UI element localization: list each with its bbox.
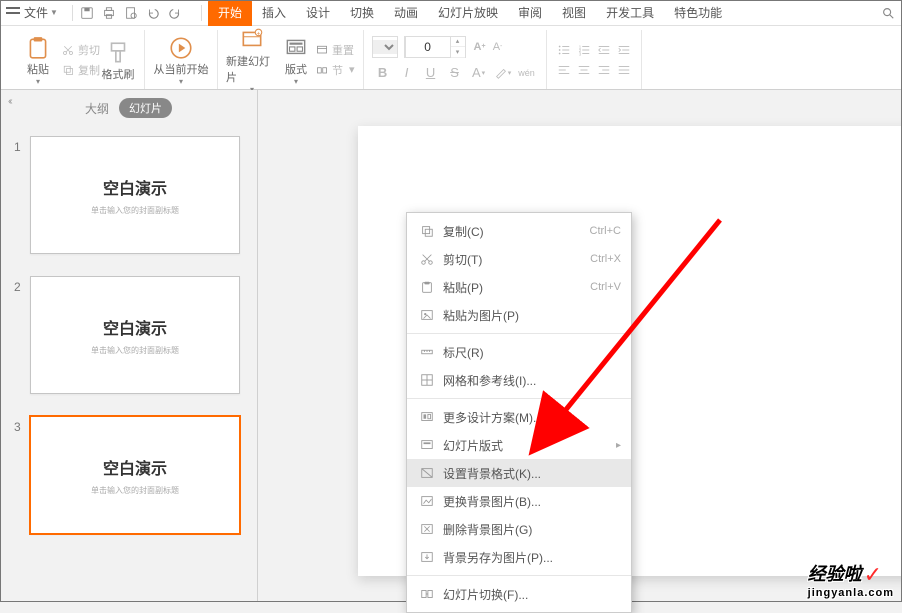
background-format-icon [417,465,437,481]
ctx-change-background[interactable]: 更换背景图片(B)... [407,487,631,515]
layout-icon [283,35,309,61]
delete-bg-icon [417,521,437,537]
paragraph-group: 123 [547,30,642,89]
change-bg-icon [417,493,437,509]
new-slide-button[interactable]: + 新建幻灯片 ▾ [226,32,278,88]
slides-tab[interactable]: 幻灯片 [119,98,172,118]
ctx-slide-layout[interactable]: 幻灯片版式 ▸ [407,431,631,459]
print-icon[interactable] [101,5,117,21]
font-increase[interactable]: A+ [472,36,488,58]
font-color-button[interactable]: A▾ [468,62,490,84]
tab-view[interactable]: 视图 [552,0,596,26]
slide-thumb-1[interactable]: 1 空白演示 单击输入您的封面副标题 [0,132,257,272]
highlight-button[interactable]: ▾ [492,62,514,84]
ctx-grid[interactable]: 网格和参考线(I)... [407,366,631,394]
align-left-icon[interactable] [555,61,573,79]
pinyin-button[interactable]: wén [516,62,538,84]
submenu-arrow-icon: ▸ [616,440,621,451]
menu-file-label: 文件 [24,4,48,21]
transition-icon [417,586,437,602]
ctx-ruler[interactable]: 标尺(R) [407,338,631,366]
slide-thumb-2[interactable]: 2 空白演示 单击输入您的封面副标题 [0,272,257,412]
ctx-cut[interactable]: 剪切(T) Ctrl+X [407,245,631,273]
tab-insert[interactable]: 插入 [252,0,296,26]
menu-file[interactable]: 文件 ▼ [6,4,58,21]
paste-icon [25,35,51,61]
grid-icon [417,372,437,388]
from-current-button[interactable]: 从当前开始 ▾ [153,32,209,88]
ribbon-tabs: 开始 插入 设计 切换 动画 幻灯片放映 审阅 视图 开发工具 特色功能 [208,0,732,26]
align-center-icon[interactable] [575,61,593,79]
search-icon[interactable] [880,5,896,21]
tab-transition[interactable]: 切换 [340,0,384,26]
ctx-set-background[interactable]: 设置背景格式(K)... [407,459,631,487]
layout-button[interactable]: 版式 ▾ [278,32,314,88]
ruler-icon [417,344,437,360]
font-decrease[interactable]: A- [490,36,506,58]
tab-slideshow[interactable]: 幻灯片放映 [428,0,508,26]
ctx-delete-background[interactable]: 删除背景图片(G) [407,515,631,543]
check-icon: ✓ [864,562,882,587]
underline-button[interactable]: U [420,62,442,84]
tab-design[interactable]: 设计 [296,0,340,26]
slide-panel: ‹‹ 大纲 幻灯片 1 空白演示 单击输入您的封面副标题 2 空白演示 单击输入… [0,90,258,602]
align-right-icon[interactable] [595,61,613,79]
ctx-paste-as-picture[interactable]: 粘贴为图片(P) [407,301,631,329]
section-button[interactable]: 节▾ [316,61,355,79]
svg-text:+: + [257,31,261,38]
tab-start[interactable]: 开始 [208,0,252,26]
format-painter-button[interactable]: 格式刷 [100,32,136,88]
ctx-save-background[interactable]: 背景另存为图片(P)... [407,543,631,571]
tab-special[interactable]: 特色功能 [664,0,732,26]
save-bg-icon [417,549,437,565]
strike-button[interactable]: S [444,62,466,84]
ribbon: 粘贴 ▾ 剪切 复制 格式刷 从当前开始 ▾ + 新建幻灯片 ▾ 版式 ▾ [0,26,902,90]
svg-text:3: 3 [578,51,581,56]
play-icon [168,35,194,61]
copy-icon [417,223,437,239]
new-slide-icon: + [239,27,265,53]
tab-review[interactable]: 审阅 [508,0,552,26]
font-size-picker[interactable]: 0 ▴▾ [404,36,466,58]
bullet-list-icon[interactable] [555,41,573,59]
ctx-slide-transition[interactable]: 幻灯片切换(F)... [407,580,631,608]
format-painter-icon [105,40,131,66]
font-family-select[interactable] [372,36,398,58]
indent-increase-icon[interactable] [615,41,633,59]
number-list-icon[interactable]: 123 [575,41,593,59]
design-icon [417,409,437,425]
menubar: 文件 ▼ 开始 插入 设计 切换 动画 幻灯片放映 审阅 视图 开发工具 特色功… [0,0,902,26]
redo-icon[interactable] [167,5,183,21]
ctx-more-design[interactable]: 更多设计方案(M)... [407,403,631,431]
hamburger-icon [6,7,20,18]
print-preview-icon[interactable] [123,5,139,21]
bold-button[interactable]: B [372,62,394,84]
italic-button[interactable]: I [396,62,418,84]
ctx-paste[interactable]: 粘贴(P) Ctrl+V [407,273,631,301]
save-icon[interactable] [79,5,95,21]
collapse-icon[interactable]: ‹‹ [8,96,11,107]
copy-button[interactable]: 复制 [62,61,100,79]
undo-icon[interactable] [145,5,161,21]
tab-animation[interactable]: 动画 [384,0,428,26]
paste-button[interactable]: 粘贴 ▾ [16,32,60,88]
slide-thumb-3[interactable]: 3 空白演示 单击输入您的封面副标题 [0,412,257,552]
cut-icon [417,251,437,267]
outline-tab[interactable]: 大纲 [85,100,109,117]
paste-icon [417,279,437,295]
quick-access-toolbar [79,5,183,21]
watermark: 经验啦✓ jingyanla.com [808,562,894,600]
reset-button[interactable]: 重置 [316,41,355,59]
align-justify-icon[interactable] [615,61,633,79]
indent-decrease-icon[interactable] [595,41,613,59]
dropdown-arrow-icon: ▼ [50,8,58,17]
tab-developer[interactable]: 开发工具 [596,0,664,26]
paste-picture-icon [417,307,437,323]
cut-button[interactable]: 剪切 [62,41,100,59]
ctx-copy[interactable]: 复制(C) Ctrl+C [407,217,631,245]
slide-layout-icon [417,437,437,453]
context-menu: 复制(C) Ctrl+C 剪切(T) Ctrl+X 粘贴(P) Ctrl+V 粘… [406,212,632,613]
